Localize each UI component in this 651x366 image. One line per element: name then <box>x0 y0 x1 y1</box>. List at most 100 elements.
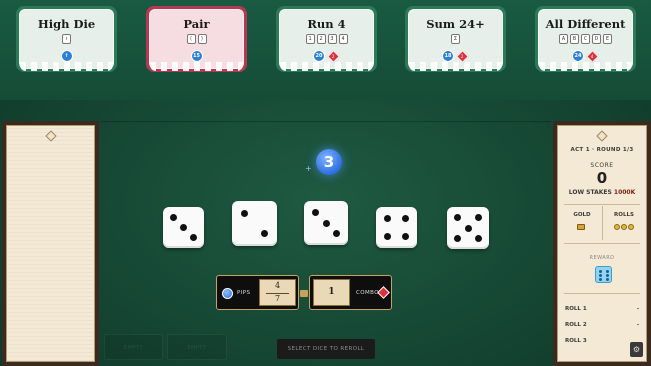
card-trim <box>539 62 632 71</box>
stakes-label: LOW STAKES <box>568 189 612 196</box>
hand-pattern: 1234 <box>280 34 373 44</box>
pattern-chip: C <box>581 34 590 44</box>
die-pip <box>474 234 482 242</box>
die-pip <box>311 208 319 216</box>
die-pip <box>474 214 482 222</box>
hand-card-face: All Different A B C D E 24 4 <box>538 9 633 71</box>
empty-slot-2[interactable]: EMPTY <box>167 334 227 360</box>
die[interactable] <box>232 201 277 246</box>
card-trim <box>409 62 502 71</box>
hand-card-face: High Die ↑ ↑ <box>19 9 114 71</box>
reward-label: REWARD <box>589 255 615 261</box>
pattern-chip: D <box>592 34 601 44</box>
combo-diamond-icon <box>377 286 390 299</box>
die-pip <box>170 214 178 222</box>
card-trim <box>20 62 113 71</box>
hand-title: Pair <box>183 17 210 31</box>
die-pip <box>454 214 462 222</box>
hand-rewards: 20 2 <box>280 50 373 63</box>
roll-value: - <box>636 306 639 312</box>
left-panel-paper <box>6 125 95 362</box>
die[interactable] <box>304 201 348 245</box>
left-panel <box>2 121 99 366</box>
pattern-chip: ) <box>197 34 207 44</box>
roll-value: - <box>636 322 639 328</box>
die-pip <box>464 224 472 232</box>
separator <box>564 243 640 244</box>
hand-pattern: () <box>150 34 243 44</box>
hand-pattern: ABCDE <box>539 34 632 44</box>
combo-box: 1 COMBO <box>309 275 392 310</box>
hand-card[interactable]: Sum 24+ Σ 18 2 <box>405 6 506 72</box>
hand-card[interactable]: High Die ↑ ↑ <box>16 6 117 72</box>
score-value: 0 <box>596 169 608 187</box>
die[interactable] <box>376 207 417 248</box>
die-pip <box>402 233 410 241</box>
die-pip <box>383 214 391 222</box>
hand-card[interactable]: Run 4 1 2 3 4 20 2 <box>276 6 377 72</box>
roll-label: ROLL 2 <box>565 322 587 328</box>
die-pip <box>241 210 249 218</box>
die-pip <box>333 230 341 238</box>
hand-card-face: Pair () 15 <box>149 9 244 71</box>
die-pip <box>322 219 330 227</box>
round-bubble: 3 <box>316 149 342 175</box>
rolls-remaining <box>604 224 644 230</box>
pattern-chip: A <box>559 34 568 44</box>
roll-token-icon <box>614 224 620 230</box>
roll-token-icon <box>621 224 627 230</box>
gold-label: GOLD <box>573 212 591 218</box>
pips-badge: 18 <box>442 50 454 62</box>
combo-value: 1 <box>313 279 350 306</box>
combo-badge: 2 <box>327 50 340 63</box>
die[interactable] <box>447 207 489 249</box>
die-pip <box>383 233 391 241</box>
stakes-line: LOW STAKES 1000K <box>558 189 646 196</box>
combo-badge-value: 4 <box>590 53 594 59</box>
plus-icon: + <box>305 164 312 173</box>
die-pip <box>402 214 410 222</box>
right-panel: ACT 1 · ROUND 1/3 SCORE 0 LOW STAKES 100… <box>553 121 651 366</box>
die[interactable] <box>163 207 204 248</box>
settings-button[interactable]: ⚙ <box>630 342 643 357</box>
pattern-chip: 1 <box>305 34 315 44</box>
hand-pattern: Σ <box>409 34 502 44</box>
pips-orb-icon <box>222 288 233 299</box>
hand-title: Sum 24+ <box>426 17 485 31</box>
hand-title: High Die <box>37 17 96 31</box>
multiply-connector <box>300 290 308 297</box>
hand-card-face: Sum 24+ Σ 18 2 <box>408 9 503 71</box>
gem-icon <box>596 130 608 142</box>
reroll-button[interactable]: SELECT DICE TO REROLL <box>277 339 375 359</box>
die-pip <box>454 234 462 242</box>
hand-rewards: 24 4 <box>539 50 632 63</box>
pattern-chip: B <box>570 34 579 44</box>
pips-box: PIPS 4 7 <box>216 275 299 310</box>
separator <box>564 293 640 294</box>
pattern-chip: 4 <box>338 34 348 44</box>
pips-value-card: 4 7 <box>259 279 296 306</box>
hand-card-face: Run 4 1 2 3 4 20 2 <box>279 9 374 71</box>
hand-card[interactable]: All Different A B C D E 24 4 <box>535 6 636 72</box>
gem-icon <box>44 130 57 142</box>
pips-badge: 20 <box>313 50 325 62</box>
combo-badge-value: 2 <box>460 53 464 59</box>
separator <box>564 204 640 205</box>
empty-slot-1[interactable]: EMPTY <box>104 334 163 360</box>
pips-badge: 24 <box>572 50 584 62</box>
pattern-chip: Σ <box>451 34 460 44</box>
die-pip <box>180 224 187 231</box>
pips-badge: ↑ <box>60 50 73 62</box>
combo-badge: 4 <box>586 50 599 63</box>
roll-label: ROLL 3 <box>565 338 587 344</box>
stakes-goal: 1000K <box>613 189 636 196</box>
hand-card[interactable]: Pair () 15 <box>146 6 247 72</box>
reward-die-icon[interactable] <box>595 266 612 283</box>
round-text: ACT 1 · ROUND 1/3 <box>570 147 634 153</box>
combo-badge: 2 <box>456 50 469 63</box>
rolls-label: ROLLS <box>614 212 634 218</box>
pips-label: PIPS <box>237 290 251 296</box>
pattern-chip: 3 <box>327 34 337 44</box>
pips-bottom: 7 <box>274 294 281 303</box>
card-trim <box>150 62 243 71</box>
